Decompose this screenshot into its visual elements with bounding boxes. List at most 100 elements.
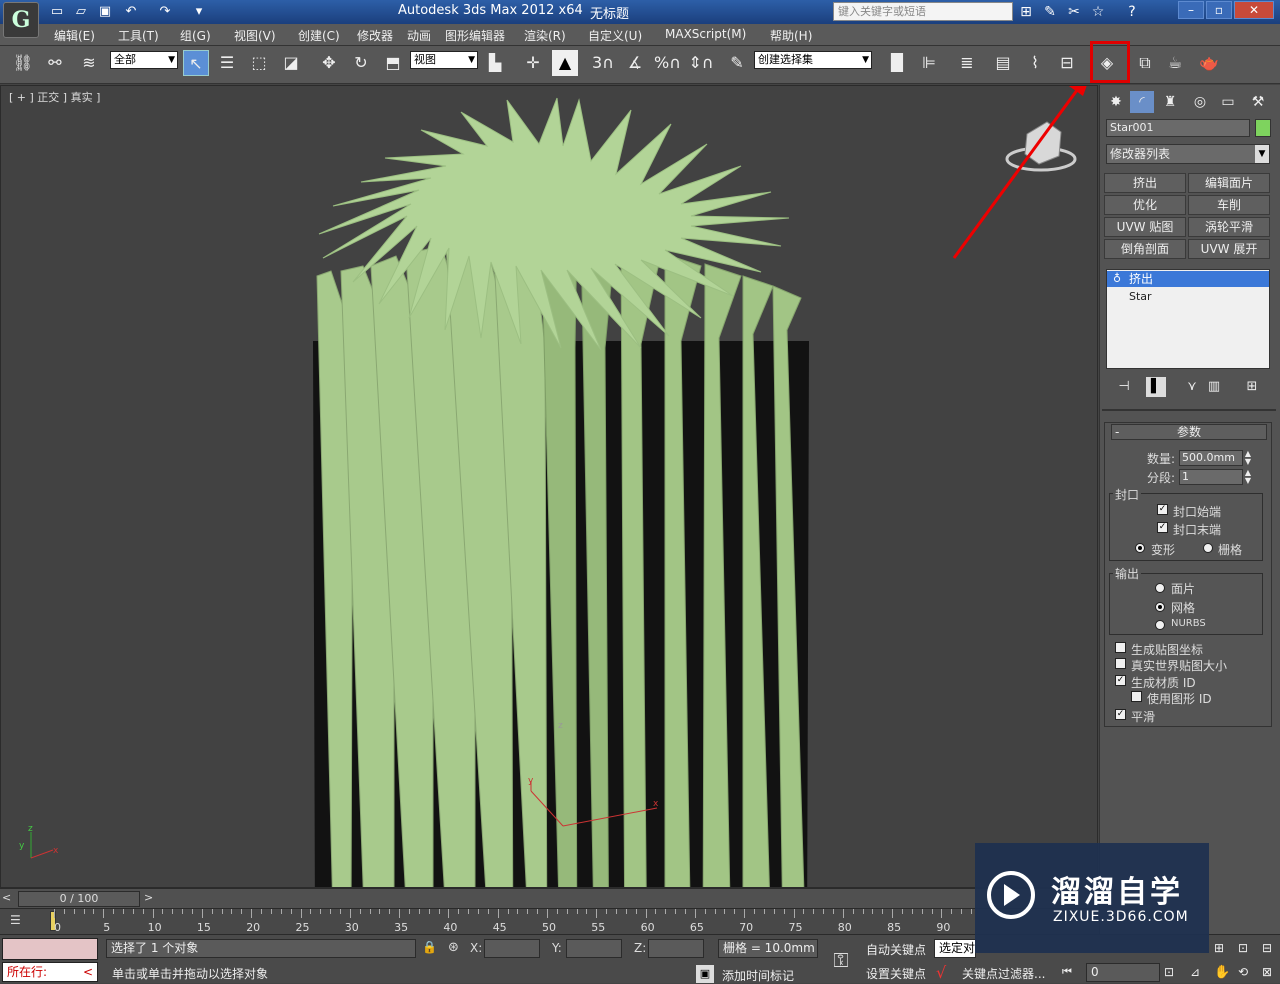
select-by-name-icon[interactable]: ☰ [214, 50, 240, 76]
modifier-button[interactable]: 倒角剖面 [1104, 239, 1186, 259]
menu-customize[interactable]: 自定义(U) [588, 27, 642, 44]
cap-start-checkbox[interactable]: ✓ [1157, 504, 1168, 515]
modifier-button[interactable]: 涡轮平滑 [1188, 217, 1270, 237]
keyboard-shortcut-override-icon[interactable]: ▲ [552, 50, 578, 76]
open-file-icon[interactable]: ▱ [72, 3, 90, 21]
menu-maxscript[interactable]: MAXScript(M) [665, 27, 746, 41]
auto-key-button[interactable]: 自动关键点 [866, 941, 926, 958]
key-tangent-icon[interactable]: √ [936, 963, 946, 982]
modifier-button[interactable]: UVW 贴图 [1104, 217, 1186, 237]
maximize-button[interactable]: ▫ [1206, 1, 1232, 19]
time-slider[interactable]: 0 / 100 [18, 891, 140, 907]
morph-radio[interactable] [1135, 543, 1145, 553]
add-time-tag[interactable]: 添加时间标记 [722, 967, 794, 984]
pin-stack-icon[interactable]: ⊣ [1114, 377, 1134, 397]
make-unique-icon[interactable]: ⋎ [1182, 377, 1202, 397]
current-frame-field[interactable]: 0 [1086, 963, 1160, 982]
x-coordinate-field[interactable] [484, 939, 540, 958]
selected-dropdown[interactable]: 选定对 [934, 939, 976, 958]
grid-radio[interactable] [1203, 543, 1213, 553]
fov-icon[interactable]: ⊿ [1190, 965, 1200, 979]
layer-manager-icon[interactable]: ≣ [954, 50, 980, 76]
communication-icon[interactable]: ✂ [1064, 3, 1084, 21]
modifier-list-dropdown[interactable]: 修改器列表 ▼ [1106, 144, 1270, 164]
mirror-icon[interactable]: ▐▌ [884, 50, 910, 76]
use-shape-ids-checkbox[interactable]: ✓ [1131, 691, 1142, 702]
time-tag-icon[interactable]: ▣ [696, 965, 714, 983]
help-icon[interactable]: ? [1122, 3, 1142, 21]
utilities-tab-icon[interactable]: ⚒ [1246, 91, 1270, 113]
move-icon[interactable]: ✥ [316, 50, 342, 76]
gen-mapping-checkbox[interactable]: ✓ [1115, 642, 1126, 653]
modifier-button[interactable]: 挤出 [1104, 173, 1186, 193]
named-selection-set-dropdown[interactable]: 创建选择集 ▼ [754, 51, 872, 69]
binoculars-icon[interactable]: ⊞ [1016, 3, 1036, 21]
zoom-extents-icon[interactable]: ⊞ [1214, 941, 1224, 955]
modifier-button[interactable]: 优化 [1104, 195, 1186, 215]
new-file-icon[interactable]: ▭ [48, 3, 66, 21]
rectangular-selection-icon[interactable]: ⬚ [246, 50, 272, 76]
app-logo-button[interactable]: G [3, 2, 39, 38]
unlink-icon[interactable]: ⚯ [42, 50, 68, 76]
smooth-checkbox[interactable]: ✓ [1115, 709, 1126, 720]
set-key-icon[interactable]: ⚿ [822, 939, 860, 981]
rotate-icon[interactable]: ↻ [348, 50, 374, 76]
gen-mat-ids-checkbox[interactable]: ✓ [1115, 675, 1126, 686]
save-file-icon[interactable]: ▣ [96, 3, 114, 21]
mesh-radio[interactable] [1155, 602, 1165, 612]
minimize-button[interactable]: – [1178, 1, 1204, 19]
curve-editor-icon[interactable]: ⌇ [1022, 50, 1048, 76]
modifier-button[interactable]: UVW 展开 [1188, 239, 1270, 259]
key-filters-button[interactable]: 关键点过滤器... [962, 965, 1045, 982]
manipulate-icon[interactable]: ✛ [520, 50, 546, 76]
prev-frame-icon[interactable]: < [2, 891, 11, 904]
set-key-button[interactable]: 设置关键点 [866, 965, 926, 982]
close-button[interactable]: ✕ [1234, 1, 1274, 19]
scale-icon[interactable]: ⬒ [380, 50, 406, 76]
menu-help[interactable]: 帮助(H) [770, 27, 812, 44]
window-crossing-icon[interactable]: ◪ [278, 50, 304, 76]
select-and-link-icon[interactable]: ⛓ [10, 50, 36, 76]
menu-graph-editors[interactable]: 图形编辑器 [445, 27, 505, 44]
subscription-icon[interactable]: ✎ [1040, 3, 1060, 21]
amount-spinner[interactable]: 500.0mm [1179, 450, 1243, 466]
lock-selection-icon[interactable]: 🔒 [422, 940, 437, 954]
snaps-toggle-icon[interactable]: 3∩ [590, 50, 616, 76]
menu-modifiers[interactable]: 修改器 [357, 27, 393, 44]
stack-item-extrude[interactable]: 挤出 [1107, 271, 1269, 287]
reference-coordinate-dropdown[interactable]: 视图 ▼ [410, 51, 478, 69]
lightbulb-icon[interactable]: ♁ [1113, 272, 1121, 285]
track-bar[interactable]: ☰ 0 5 10 15 20 25 30 35 40 45 50 55 60 65 70 75 80 85 90 [0, 908, 1098, 934]
angle-snap-icon[interactable]: ∡ [622, 50, 648, 76]
zoom-all-icon[interactable]: ⊡ [1238, 941, 1248, 955]
spinner-snap-icon[interactable]: ⇕∩ [688, 50, 714, 76]
create-tab-icon[interactable]: ✸ [1104, 91, 1128, 113]
menu-views[interactable]: 视图(V) [234, 27, 276, 44]
stack-item-star[interactable]: Star [1129, 290, 1152, 303]
go-to-start-icon[interactable]: ⏮ [1062, 965, 1072, 979]
segments-spinner-arrows[interactable]: ▲ ▼ [1243, 469, 1253, 485]
maxscript-mini-input[interactable]: 所在行: < [2, 962, 98, 982]
rollout-title[interactable]: - 参数 [1111, 424, 1267, 440]
zoom-region-icon[interactable]: ⊟ [1262, 941, 1272, 955]
menu-animation[interactable]: 动画 [407, 27, 431, 44]
redo-icon[interactable]: ↷ [156, 3, 174, 21]
motion-tab-icon[interactable]: ◎ [1188, 91, 1212, 113]
modifier-button[interactable]: 车削 [1188, 195, 1270, 215]
undo-icon[interactable]: ↶ [122, 3, 140, 21]
hierarchy-tab-icon[interactable]: ♜ [1158, 91, 1182, 113]
menu-tools[interactable]: 工具(T) [118, 27, 159, 44]
schematic-view-icon[interactable]: ⊟ [1054, 50, 1080, 76]
z-coordinate-field[interactable] [648, 939, 704, 958]
percent-snap-icon[interactable]: %∩ [654, 50, 681, 76]
perspective-viewport[interactable]: [ + ] 正交 ] 真实 ] z y x z y x [0, 85, 1098, 888]
maximize-viewport-icon[interactable]: ⊠ [1262, 965, 1272, 979]
favorites-star-icon[interactable]: ☆ [1088, 3, 1108, 21]
render-setup-icon[interactable]: ⧉ [1132, 50, 1158, 76]
next-frame-icon[interactable]: > [144, 891, 153, 904]
mini-curve-editor-icon[interactable]: ☰ [10, 913, 32, 929]
graphite-ribbon-icon[interactable]: ▤ [990, 50, 1016, 76]
display-tab-icon[interactable]: ▭ [1216, 91, 1240, 113]
absolute-mode-icon[interactable]: ⊛ [448, 940, 459, 955]
render-production-icon[interactable]: 🫖 [1196, 50, 1222, 76]
